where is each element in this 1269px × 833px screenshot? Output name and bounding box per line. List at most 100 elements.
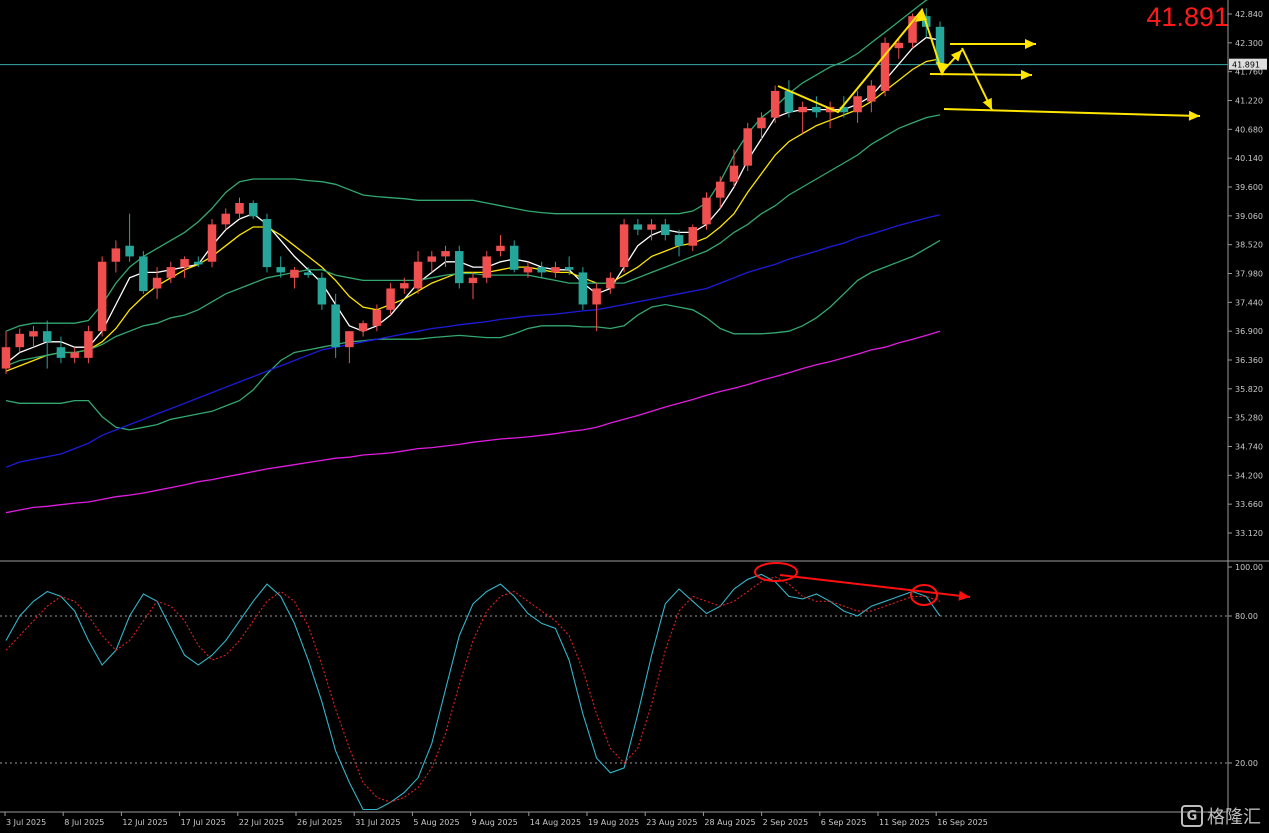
- candle-body: [688, 227, 698, 246]
- price-tick-label: 41.220: [1235, 97, 1263, 106]
- candle-body: [400, 283, 409, 289]
- candle-body: [372, 309, 382, 326]
- candle-body: [15, 333, 24, 348]
- candle-body: [784, 90, 794, 113]
- candle-body: [496, 245, 505, 252]
- candle-body: [564, 267, 574, 270]
- candle-body: [345, 331, 354, 348]
- price-tick-label: 34.740: [1235, 443, 1263, 452]
- candle-body: [729, 165, 739, 182]
- candle-body: [70, 352, 79, 358]
- price-tick-label: 36.900: [1235, 327, 1263, 336]
- candle-body: [482, 256, 491, 278]
- candle-body: [455, 251, 464, 284]
- candle-body: [180, 259, 189, 268]
- last-price-label: 41.891: [1146, 2, 1229, 32]
- candle-body: [276, 267, 285, 273]
- candle-body: [139, 256, 148, 292]
- watermark-logo-icon: G: [1181, 805, 1203, 827]
- candle-body: [770, 90, 780, 118]
- candle-body: [152, 277, 162, 289]
- price-tick-label: 42.300: [1235, 39, 1263, 48]
- time-tick-label: 5 Aug 2025: [413, 818, 459, 827]
- candle-body: [207, 224, 217, 262]
- candle-body: [427, 256, 437, 262]
- price-tick-label: 33.660: [1235, 500, 1263, 509]
- candle-body: [331, 304, 340, 348]
- candle-body: [606, 277, 615, 289]
- price-tick-label: 34.200: [1235, 471, 1263, 480]
- candle-body: [441, 251, 450, 257]
- candle-body: [358, 323, 368, 332]
- time-tick-label: 19 Aug 2025: [588, 818, 639, 827]
- price-tick-label: 36.360: [1235, 356, 1263, 365]
- time-tick-label: 9 Aug 2025: [472, 818, 518, 827]
- price-tick-label: 39.600: [1235, 183, 1263, 192]
- candle-body: [619, 224, 629, 268]
- price-tick-label: 35.280: [1235, 414, 1263, 423]
- candle-body: [509, 245, 519, 270]
- price-tick-label: 37.980: [1235, 270, 1263, 279]
- price-tick-label: 42.840: [1235, 10, 1263, 19]
- price-tick-label: 40.680: [1235, 125, 1263, 134]
- candle-body: [248, 203, 258, 217]
- price-tick-label: 38.520: [1235, 241, 1263, 250]
- candle-body: [413, 261, 423, 289]
- candle-body: [290, 269, 299, 278]
- current-price-tag-text: 41.891: [1232, 61, 1260, 70]
- time-tick-label: 17 Jul 2025: [181, 818, 226, 827]
- candle-body: [715, 181, 725, 198]
- watermark: G 格隆汇: [1181, 803, 1261, 829]
- candle-body: [235, 203, 244, 214]
- osc-tick-label: 20.00: [1235, 759, 1258, 768]
- candle-body: [674, 235, 684, 246]
- candle-body: [221, 213, 231, 225]
- candle-body: [1, 347, 11, 369]
- candle-body: [523, 267, 533, 273]
- time-tick-label: 2 Sep 2025: [763, 818, 809, 827]
- candle-body: [29, 331, 38, 337]
- candle-body: [84, 331, 93, 358]
- price-tick-label: 33.120: [1235, 529, 1263, 538]
- candle-body: [111, 248, 121, 262]
- price-tick-label: 37.440: [1235, 298, 1263, 307]
- candle-body: [702, 197, 711, 225]
- candle-body: [743, 128, 752, 166]
- candle-body: [812, 106, 821, 113]
- candle-body: [757, 117, 766, 129]
- price-tick-label: 39.060: [1235, 212, 1263, 221]
- candle-body: [633, 224, 643, 230]
- watermark-text: 格隆汇: [1207, 807, 1261, 828]
- time-tick-label: 8 Jul 2025: [64, 818, 104, 827]
- candle-body: [798, 106, 807, 113]
- candle-body: [853, 96, 862, 113]
- candle-body: [303, 272, 313, 276]
- time-tick-label: 6 Sep 2025: [821, 818, 867, 827]
- candle-body: [647, 224, 656, 230]
- candle-body: [42, 331, 52, 342]
- candle-body: [166, 267, 176, 278]
- time-tick-label: 26 Jul 2025: [297, 818, 342, 827]
- candle-body: [386, 288, 395, 310]
- time-tick-label: 3 Jul 2025: [6, 818, 46, 827]
- price-tick-label: 40.140: [1235, 154, 1263, 163]
- candle-body: [894, 42, 904, 49]
- candle-body: [262, 219, 272, 268]
- time-tick-label: 28 Aug 2025: [704, 818, 755, 827]
- candle-body: [97, 261, 107, 332]
- candle-body: [578, 272, 588, 305]
- time-tick-label: 11 Sep 2025: [879, 818, 930, 827]
- time-tick-label: 22 Jul 2025: [239, 818, 284, 827]
- candle-body: [537, 267, 546, 273]
- time-tick-label: 23 Aug 2025: [646, 818, 697, 827]
- candle-body: [551, 267, 560, 273]
- time-tick-label: 14 Aug 2025: [530, 818, 581, 827]
- candle-body: [468, 277, 478, 284]
- candle-body: [867, 85, 876, 102]
- osc-tick-label: 80.00: [1235, 612, 1258, 621]
- price-tick-label: 35.820: [1235, 385, 1263, 394]
- candle-body: [661, 224, 670, 236]
- yellow-arrow: [929, 73, 1033, 76]
- time-tick-label: 12 Jul 2025: [122, 818, 167, 827]
- candle-body: [592, 288, 601, 305]
